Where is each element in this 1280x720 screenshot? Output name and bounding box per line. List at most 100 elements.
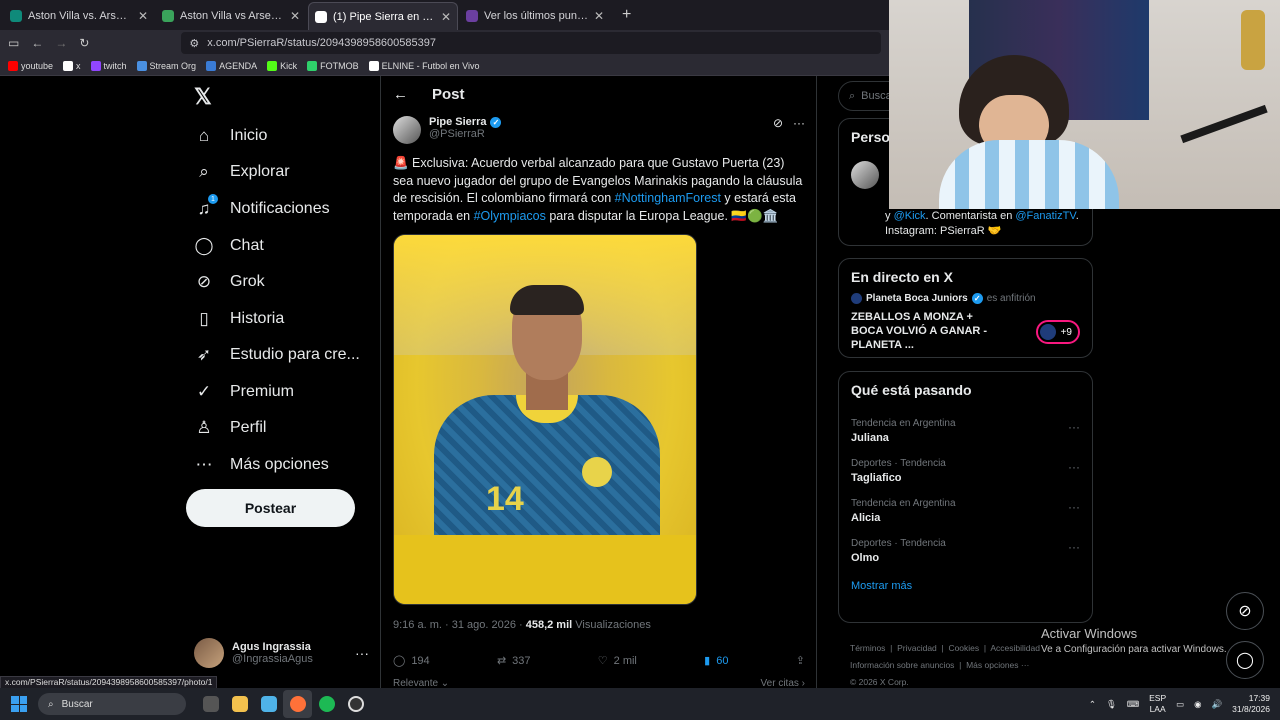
obs-icon[interactable] [341,690,370,718]
browser-tab[interactable]: Aston Villa vs. Arsenal | Dis ✕ [4,2,154,30]
footer-link[interactable]: Información sobre anuncios [850,660,954,670]
footer-link[interactable]: Accesibilidad [990,643,1040,653]
close-icon[interactable]: ✕ [138,9,148,23]
forward-icon[interactable]: → [55,36,67,50]
more-icon[interactable]: ··· [355,645,369,661]
youtube-icon [8,60,18,71]
volume-icon[interactable]: 🔊 [1212,699,1223,710]
sidebar-item-grok[interactable]: ⊘ Grok [194,272,265,292]
network-icon[interactable]: ◉ [1194,699,1201,710]
footer-link[interactable]: Términos [850,643,885,653]
watermark-subtitle: Ve a Configuración para activar Windows. [1041,644,1227,655]
back-arrow-icon[interactable]: ← [393,86,408,103]
bookmark-kick[interactable]: Kick [267,60,297,71]
microphone-icon[interactable]: 🎙 [1106,699,1117,710]
more-icon[interactable]: ··· [1068,420,1080,434]
bookmark-button[interactable]: ▮ 60 [704,654,728,668]
more-icon[interactable]: ··· [1068,460,1080,474]
post-date[interactable]: 31 ago. 2026 [452,619,516,631]
post-time[interactable]: 9:16 a. m. [393,619,442,631]
tab-title: Aston Villa vs Arsenal - marcad [180,10,284,22]
post-photo[interactable]: 14 [393,234,697,605]
author-handle[interactable]: @PSierraR [429,128,501,140]
monitor-icon[interactable]: ▭ [1176,699,1184,710]
sidebar-item-mas-opciones[interactable]: ⋯ Más opciones [194,455,329,475]
grok-fab-button[interactable]: ⊘ [1226,592,1264,630]
show-more-link[interactable]: Mostrar más [839,572,1092,602]
reload-icon[interactable]: ↻ [79,36,89,50]
sidebar-item-explorar[interactable]: ⌕ Explorar [194,162,289,182]
taskbar-search[interactable]: ⌕ Buscar [38,693,186,715]
sidebar-item-notificaciones[interactable]: ♫ 1 Notificaciones [194,194,330,219]
file-explorer-icon[interactable] [225,690,254,718]
bookmark-twitch[interactable]: twitch [90,60,127,71]
bookmark-x[interactable]: x [63,60,81,71]
firefox-icon[interactable] [283,690,312,718]
sidebar-item-perfil[interactable]: ♙ Perfil [194,418,266,438]
sidebar-item-estudio[interactable]: ➶ Estudio para cre... [194,345,360,365]
site-info-icon[interactable]: ⚙ [189,37,199,50]
footer-link[interactable]: Cookies [948,643,979,653]
sidebar-item-inicio[interactable]: ⌂ Inicio [194,126,268,146]
live-card[interactable]: En directo en X Planeta Boca Juniors ✓ es … [838,258,1093,358]
browser-tab-active[interactable]: (1) Pipe Sierra en X: "🚨 Exclusi ✕ [308,2,458,30]
account-switcher[interactable]: Agus Ingrassia @IngrassiaAgus ··· [194,638,369,668]
address-bar[interactable]: ⚙ x.com/PSierraR/status/2094398958600585… [181,32,882,54]
repost-button[interactable]: ⇄ 337 [497,654,531,668]
close-icon[interactable]: ✕ [594,9,604,23]
post-button[interactable]: Postear [186,489,355,527]
bookmark-fotmob[interactable]: FOTMOB [307,60,359,71]
sidebar-item-chat[interactable]: ◯ Chat [194,236,263,256]
mention-link[interactable]: @Kick [894,210,926,222]
twitch-icon [90,60,101,71]
x-logo-icon[interactable]: 𝕏 [194,84,212,110]
author-name[interactable]: Pipe Sierra [429,116,486,128]
avatar[interactable] [851,161,879,189]
author-avatar[interactable] [393,116,421,144]
streamer-shirt [939,140,1119,209]
like-button[interactable]: ♡ 2 mil [598,654,637,668]
notepad-icon[interactable] [254,690,283,718]
hashtag-link[interactable]: #Olympiacos [474,209,546,223]
trend-item[interactable]: Tendencia en Argentina Alicia ··· [839,492,1092,532]
more-icon[interactable]: ··· [1068,500,1080,514]
more-icon[interactable]: ··· [793,116,805,144]
bookmark-youtube[interactable]: youtube [8,60,53,71]
grok-icon[interactable]: ⊘ [773,116,783,144]
more-icon[interactable]: ··· [1068,540,1080,554]
repost-count: 337 [512,654,531,667]
language-indicator[interactable]: ESP LAA [1149,693,1166,715]
footer-link[interactable]: Más opciones ··· [966,660,1029,670]
back-icon[interactable]: ← [31,36,43,50]
messages-fab-button[interactable]: ◯ [1226,641,1264,679]
clock[interactable]: 17:39 31/8/2026 [1232,693,1270,715]
chat-icon: ◯ [194,236,214,255]
sidebar-toggle-icon[interactable]: ▭ [8,36,19,50]
reply-button[interactable]: ◯ 194 [393,654,430,668]
browser-tab[interactable]: Aston Villa vs Arsenal - marcad ✕ [156,2,306,30]
windows-activation-watermark: Activar Windows Ve a Configuración para … [1041,626,1227,655]
close-icon[interactable]: ✕ [441,10,451,24]
keyboard-icon[interactable]: ⌨ [1127,699,1139,710]
bookmark-agenda[interactable]: AGENDA [206,60,257,71]
grok-icon: ⊘ [1238,603,1252,620]
sidebar-item-historia[interactable]: ▯ Historia [194,309,284,329]
hashtag-link[interactable]: #NottinghamForest [615,191,721,205]
mention-link[interactable]: @FanatizTV [1015,210,1075,222]
trend-item[interactable]: Deportes · Tendencia Olmo ··· [839,532,1092,572]
footer-link[interactable]: Privacidad [897,643,937,653]
sidebar-item-premium[interactable]: ✓ Premium [194,382,294,402]
bookmark-elnine[interactable]: ELNINE - Futbol en Vivo [368,60,479,71]
start-button[interactable] [0,688,38,720]
share-button[interactable]: ⇪ [796,654,805,667]
spotify-icon[interactable] [312,690,341,718]
browser-tab[interactable]: Ver los últimos puntos de la Fe ✕ [460,2,610,30]
chevron-up-icon[interactable]: ⌃ [1089,699,1096,710]
new-tab-button[interactable]: + [612,6,641,30]
trend-item[interactable]: Deportes · Tendencia Tagliafico ··· [839,452,1092,492]
task-view-icon[interactable] [196,690,225,718]
x-icon [63,60,74,71]
close-icon[interactable]: ✕ [290,9,300,23]
trend-item[interactable]: Tendencia en Argentina Juliana ··· [839,412,1092,452]
bookmark-stream-org[interactable]: Stream Org [136,60,196,71]
